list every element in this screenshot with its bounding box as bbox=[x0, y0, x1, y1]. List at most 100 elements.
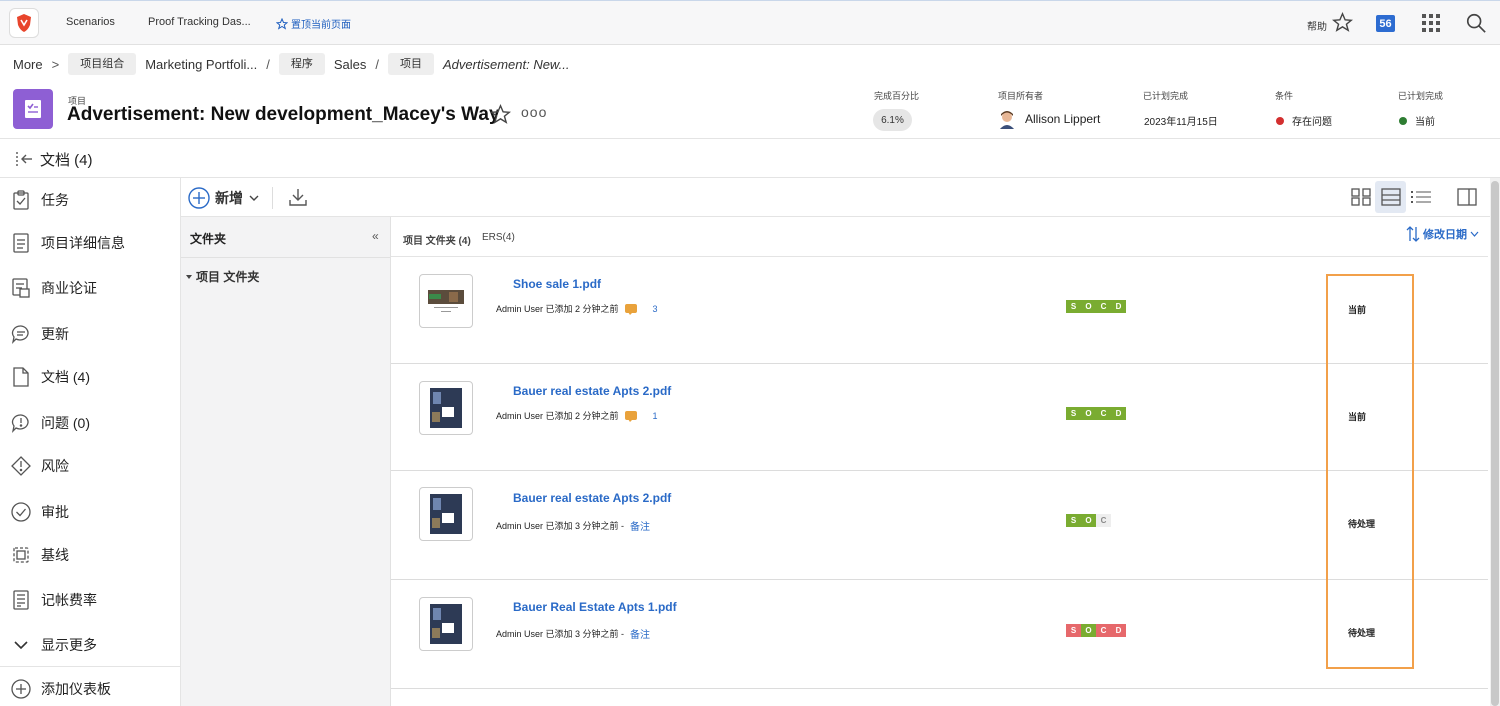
favorites-star-icon[interactable] bbox=[1331, 11, 1354, 38]
baseline-icon bbox=[11, 545, 31, 565]
help-link[interactable]: 帮助 bbox=[1307, 18, 1327, 33]
table-row[interactable]: Bauer real estate Apts 2.pdf Admin User … bbox=[391, 364, 1488, 471]
sidebar-item-tasks[interactable]: 任务 bbox=[11, 190, 69, 210]
document-meta: Admin User 已添加 2 分钟之前 1 bbox=[496, 409, 658, 422]
socd-s: S bbox=[1066, 624, 1081, 637]
new-document-button[interactable]: 新增 bbox=[188, 187, 260, 209]
business-case-icon bbox=[11, 278, 31, 298]
pin-page-button[interactable]: 置顶当前页面 bbox=[276, 16, 351, 31]
divider bbox=[0, 666, 181, 667]
file-icon bbox=[11, 367, 31, 387]
app-grid-icon[interactable] bbox=[1422, 14, 1440, 37]
add-circle-icon bbox=[188, 187, 210, 209]
table-row[interactable]: Shoe sale 1.pdf Admin User 已添加 2 分钟之前 3 … bbox=[391, 257, 1488, 364]
comment-icon[interactable] bbox=[624, 304, 637, 315]
socd-d: D bbox=[1111, 407, 1126, 420]
breadcrumb-current: Advertisement: New... bbox=[443, 56, 570, 72]
notifications-badge[interactable]: 56 bbox=[1376, 15, 1395, 32]
document-thumbnail[interactable] bbox=[419, 597, 473, 651]
clipboard-check-icon bbox=[11, 190, 31, 210]
add-note-link[interactable]: 备注 bbox=[630, 518, 650, 533]
search-icon[interactable] bbox=[1465, 12, 1487, 39]
issue-icon bbox=[11, 413, 31, 433]
project-owner[interactable]: Allison Lippert bbox=[998, 109, 1100, 129]
section-title: 文档 (4) bbox=[40, 152, 93, 169]
scrollbar-thumb[interactable] bbox=[1491, 181, 1499, 706]
add-dashboard-button[interactable]: 添加仪表板 bbox=[11, 679, 111, 699]
project-icon bbox=[13, 89, 53, 129]
tab-project-folder[interactable]: 项目 文件夹 (4) bbox=[403, 232, 471, 247]
brand-logo-icon[interactable] bbox=[9, 8, 39, 38]
breadcrumb-portfolio[interactable]: Marketing Portfoli... bbox=[145, 57, 257, 72]
chat-bubble-icon bbox=[11, 324, 31, 344]
grid-view-icon[interactable] bbox=[1345, 181, 1376, 213]
sidebar-item-label: 项目详细信息 bbox=[41, 235, 125, 251]
document-name[interactable]: Bauer Real Estate Apts 1.pdf bbox=[513, 600, 677, 614]
folder-item-label: 项目 文件夹 bbox=[196, 270, 260, 284]
sidebar-item-documents[interactable]: 文档 (4) bbox=[11, 367, 90, 387]
socd-s: S bbox=[1066, 300, 1081, 313]
sidebar-item-baselines[interactable]: 基线 bbox=[11, 545, 69, 565]
tab-ers[interactable]: ERS(4) bbox=[482, 232, 515, 243]
comment-icon[interactable] bbox=[624, 411, 637, 422]
chevron-down-icon bbox=[249, 195, 259, 201]
more-options-icon[interactable]: ooo bbox=[521, 104, 547, 120]
nav-link-scenarios[interactable]: Scenarios bbox=[66, 16, 115, 28]
breadcrumb-project-chip: 项目 bbox=[388, 53, 434, 75]
sidebar-item-billing-rates[interactable]: 记帐费率 bbox=[11, 590, 97, 610]
sidebar-item-issues[interactable]: 问题 (0) bbox=[11, 413, 90, 433]
document-added-info: Admin User 已添加 3 分钟之前 - bbox=[496, 521, 625, 531]
proof-status-socd[interactable]: S O C D bbox=[1066, 300, 1126, 313]
document-thumbnail[interactable] bbox=[419, 487, 473, 541]
proof-status-socd[interactable]: S O C bbox=[1066, 514, 1111, 527]
scrollbar[interactable] bbox=[1490, 178, 1500, 706]
sidebar-item-label: 审批 bbox=[41, 504, 69, 520]
document-thumbnail[interactable] bbox=[419, 274, 473, 328]
sidebar-item-approvals[interactable]: 审批 bbox=[11, 502, 69, 522]
breadcrumb-more[interactable]: More bbox=[13, 57, 43, 72]
comment-count[interactable]: 3 bbox=[653, 304, 658, 314]
document-name[interactable]: Bauer real estate Apts 2.pdf bbox=[513, 384, 671, 398]
document-added-info: Admin User 已添加 2 分钟之前 bbox=[496, 411, 619, 421]
folder-panel: 文件夹 « 项目 文件夹 bbox=[181, 217, 391, 706]
document-meta: Admin User 已添加 3 分钟之前 - 备注 bbox=[496, 626, 650, 641]
add-circle-icon bbox=[11, 679, 31, 699]
comment-count[interactable]: 1 bbox=[653, 411, 658, 421]
table-row[interactable]: Bauer real estate Apts 2.pdf Admin User … bbox=[391, 471, 1488, 580]
sidebar-item-updates[interactable]: 更新 bbox=[11, 324, 69, 344]
divider bbox=[272, 187, 273, 209]
sidebar-item-label: 任务 bbox=[41, 192, 69, 208]
download-icon[interactable] bbox=[288, 187, 308, 212]
document-name[interactable]: Bauer real estate Apts 2.pdf bbox=[513, 491, 671, 505]
row-view-icon[interactable] bbox=[1375, 181, 1406, 213]
planned-completion-date: 2023年11月15日 bbox=[1144, 117, 1218, 128]
list-view-icon[interactable] bbox=[1405, 181, 1436, 213]
documents-toolbar: 新增 bbox=[181, 178, 1490, 217]
document-name[interactable]: Shoe sale 1.pdf bbox=[513, 277, 601, 291]
sidebar-item-project-details[interactable]: 项目详细信息 bbox=[11, 233, 125, 253]
status-dot bbox=[1399, 116, 1407, 125]
pin-page-label: 置顶当前页面 bbox=[291, 20, 351, 31]
breadcrumb-program[interactable]: Sales bbox=[334, 57, 367, 72]
sidebar-item-label: 更新 bbox=[41, 326, 69, 342]
expand-triangle-icon bbox=[186, 274, 192, 279]
sidebar-item-show-more[interactable]: 显示更多 bbox=[11, 635, 97, 655]
socd-s: S bbox=[1066, 514, 1081, 527]
folder-item-project-folder[interactable]: 项目 文件夹 bbox=[186, 268, 259, 285]
sort-by-modified-date[interactable]: 修改日期 bbox=[1406, 226, 1479, 242]
proof-status-socd[interactable]: S O C D bbox=[1066, 624, 1126, 637]
document-thumbnail[interactable] bbox=[419, 381, 473, 435]
add-note-link[interactable]: 备注 bbox=[630, 626, 650, 641]
toggle-panel-icon[interactable] bbox=[1451, 181, 1482, 213]
collapse-nav-icon[interactable] bbox=[15, 151, 33, 172]
approval-icon bbox=[11, 502, 31, 522]
collapse-panel-icon[interactable]: « bbox=[372, 229, 379, 243]
sidebar-item-label: 显示更多 bbox=[41, 637, 97, 653]
favorite-star-icon[interactable] bbox=[489, 103, 512, 130]
sidebar-item-risks[interactable]: 风险 bbox=[11, 456, 69, 476]
table-row[interactable]: Bauer Real Estate Apts 1.pdf Admin User … bbox=[391, 580, 1488, 689]
sidebar-item-business-case[interactable]: 商业论证 bbox=[11, 278, 97, 298]
proof-status-socd[interactable]: S O C D bbox=[1066, 407, 1126, 420]
status-column-highlight bbox=[1326, 274, 1414, 669]
nav-link-proof-tracking[interactable]: Proof Tracking Das... bbox=[148, 16, 251, 28]
